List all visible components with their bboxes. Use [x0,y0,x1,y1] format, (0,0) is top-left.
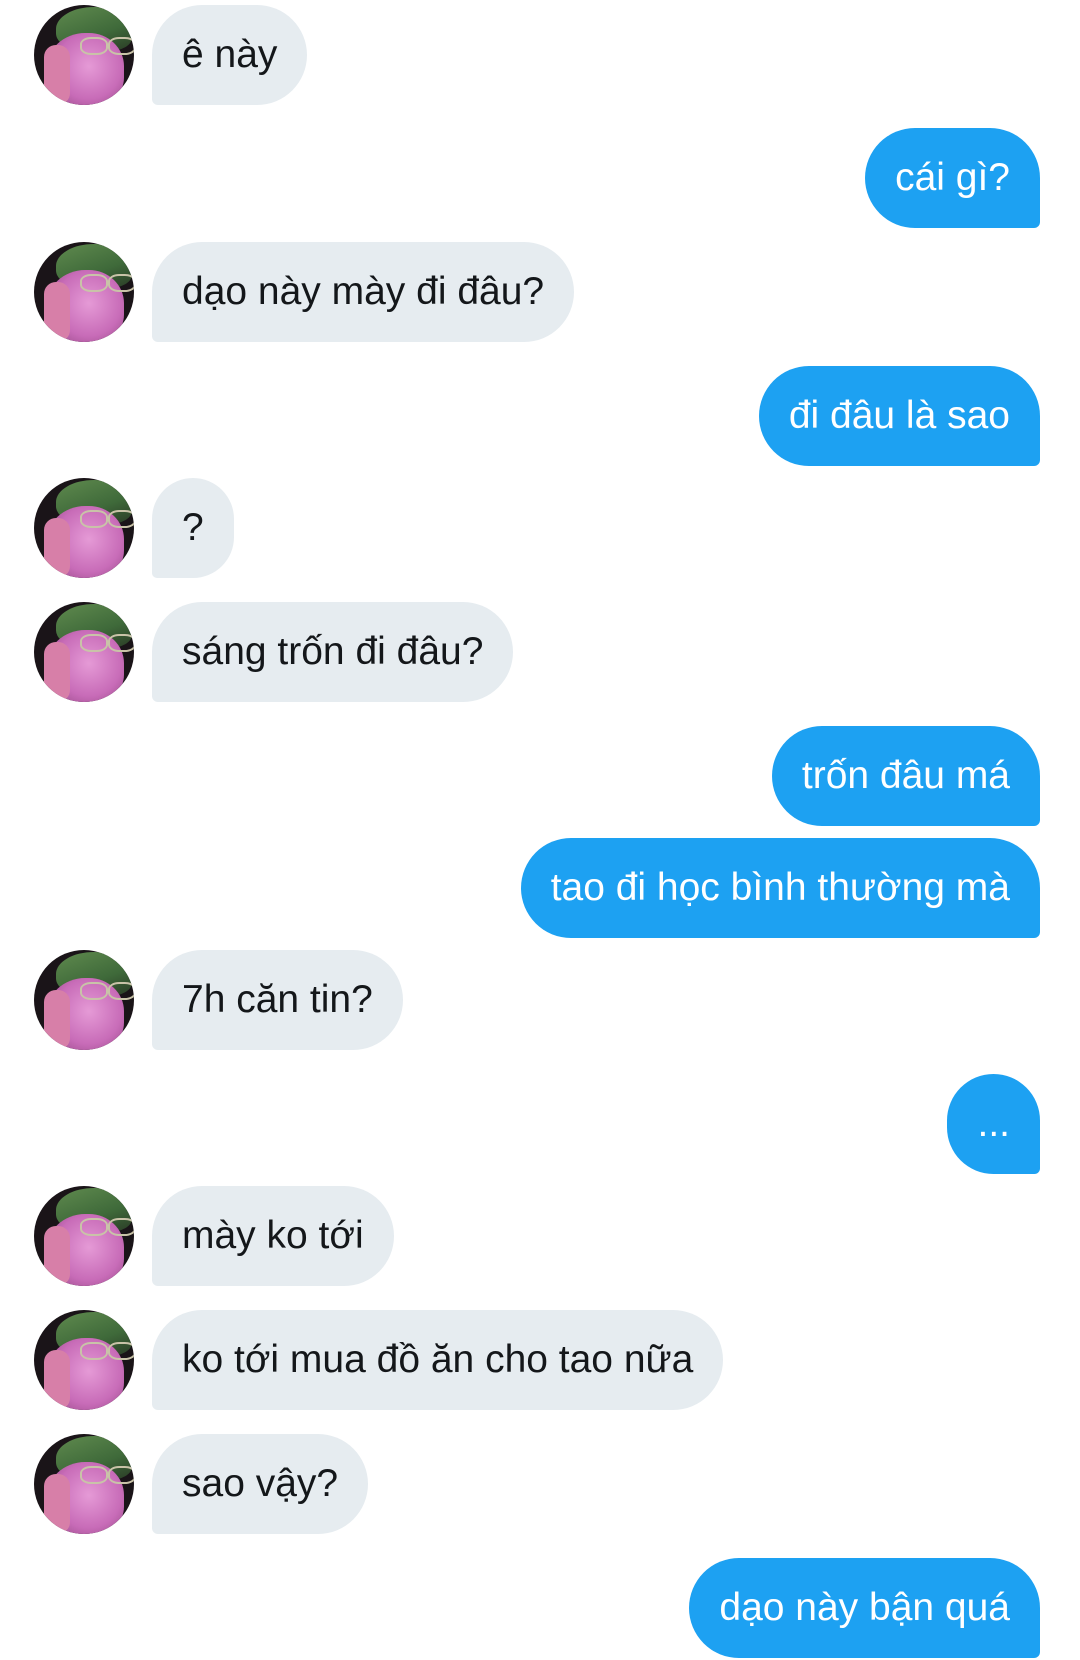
incoming-message-bubble[interactable]: ko tới mua đồ ăn cho tao nữa [152,1310,724,1410]
message-row-outgoing: dạo này bận quá [0,1558,1080,1658]
message-row-incoming: sáng trốn đi đâu? [0,602,1080,702]
incoming-message-bubble[interactable]: dạo này mày đi đâu? [152,242,575,342]
avatar-glasses [108,982,134,1000]
avatar-hand [44,990,70,1050]
avatar-glasses [108,1342,134,1360]
avatar-hand [44,45,70,105]
avatar-glasses [108,37,134,55]
avatar-hand [44,282,70,342]
message-row-outgoing: đi đâu là sao [0,366,1080,466]
outgoing-message-bubble[interactable]: cái gì? [865,128,1040,228]
outgoing-message-bubble[interactable]: dạo này bận quá [689,1558,1040,1658]
message-row-outgoing: tao đi học bình thường mà [0,838,1080,938]
avatar-glasses [80,510,108,528]
avatar[interactable] [34,242,134,342]
incoming-message-bubble[interactable]: 7h căn tin? [152,950,403,1050]
outgoing-message-bubble[interactable]: tao đi học bình thường mà [520,838,1040,938]
message-row-incoming: mày ko tới [0,1186,1080,1286]
avatar-hand [44,642,70,702]
incoming-message-bubble[interactable]: sáng trốn đi đâu? [152,602,514,702]
avatar-hand [44,1226,70,1286]
avatar[interactable] [34,5,134,105]
avatar[interactable] [34,1434,134,1534]
outgoing-message-bubble[interactable]: đi đâu là sao [758,366,1040,466]
avatar-glasses [80,1218,108,1236]
message-row-incoming: 7h căn tin? [0,950,1080,1050]
message-row-outgoing: ... [0,1074,1080,1174]
avatar-glasses [80,37,108,55]
avatar[interactable] [34,1186,134,1286]
avatar-glasses [108,634,134,652]
avatar-hand [44,518,70,578]
avatar-glasses [108,1466,134,1484]
message-row-incoming: sao vậy? [0,1434,1080,1534]
avatar-glasses [80,634,108,652]
message-row-incoming: ko tới mua đồ ăn cho tao nữa [0,1310,1080,1410]
avatar-hand [44,1350,70,1410]
incoming-message-bubble[interactable]: mày ko tới [152,1186,394,1286]
message-row-outgoing: cái gì? [0,128,1080,228]
message-row-outgoing: trốn đâu má [0,726,1080,826]
message-row-incoming: ? [0,478,1080,578]
incoming-message-bubble[interactable]: ê này [152,5,308,105]
incoming-message-bubble[interactable]: ? [152,478,234,578]
avatar-glasses [108,1218,134,1236]
message-row-incoming: dạo này mày đi đâu? [0,242,1080,342]
avatar-hand [44,1474,70,1534]
avatar-glasses [108,510,134,528]
avatar-glasses [80,982,108,1000]
avatar[interactable] [34,602,134,702]
outgoing-message-bubble[interactable]: ... [947,1074,1040,1174]
outgoing-message-bubble[interactable]: trốn đâu má [771,726,1040,826]
avatar[interactable] [34,1310,134,1410]
avatar[interactable] [34,950,134,1050]
avatar-glasses [80,1466,108,1484]
incoming-message-bubble[interactable]: sao vậy? [152,1434,369,1534]
avatar-glasses [80,274,108,292]
avatar-glasses [108,274,134,292]
avatar-glasses [80,1342,108,1360]
message-row-incoming: ê này [0,5,1080,105]
avatar[interactable] [34,478,134,578]
